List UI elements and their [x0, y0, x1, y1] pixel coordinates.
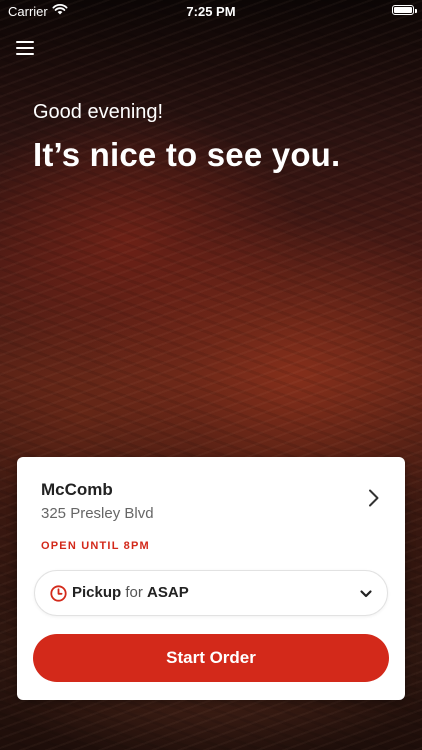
clock-time: 7:25 PM	[186, 4, 236, 19]
order-mode-connector: for	[125, 584, 143, 601]
order-mode-label: Pickup	[72, 584, 122, 601]
store-card: McComb 325 Presley Blvd OPEN UNTIL 8PM P…	[17, 457, 405, 700]
order-mode-text: Pickup for ASAP	[72, 584, 189, 601]
battery-icon	[392, 5, 417, 15]
start-order-button[interactable]: Start Order	[33, 634, 389, 682]
chevron-right-icon	[369, 489, 379, 507]
battery-fill	[394, 7, 412, 13]
headline-text: It’s nice to see you.	[33, 136, 341, 173]
hamburger-menu-icon[interactable]	[16, 41, 34, 55]
store-selector[interactable]: McComb 325 Presley Blvd	[17, 457, 405, 537]
store-name: McComb	[41, 480, 113, 499]
order-timing-label: ASAP	[147, 584, 189, 601]
open-status-label: OPEN UNTIL 8PM	[41, 540, 150, 552]
store-address: 325 Presley Blvd	[41, 505, 154, 522]
status-bar: Carrier 7:25 PM	[0, 0, 422, 22]
chevron-down-icon	[360, 590, 372, 598]
order-mode-dropdown[interactable]: Pickup for ASAP	[34, 570, 388, 616]
clock-icon	[50, 585, 67, 602]
greeting-text: Good evening!	[33, 101, 164, 123]
